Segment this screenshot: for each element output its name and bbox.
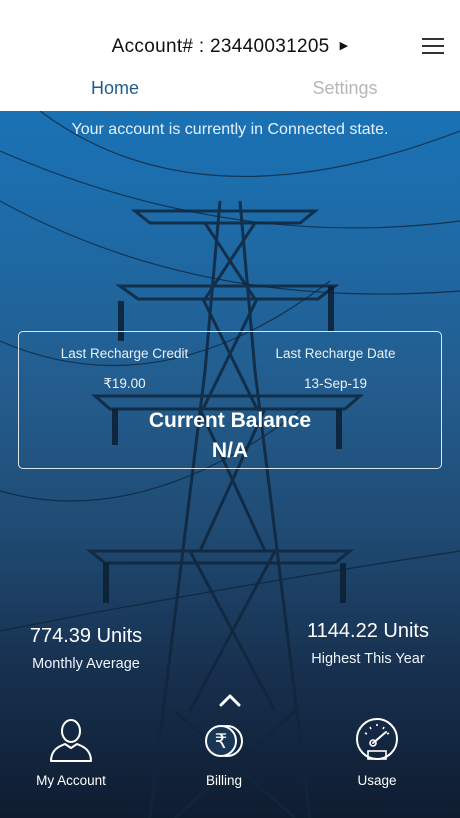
nav-my-account[interactable]: My Account: [11, 717, 131, 788]
monthly-average-stat: 774.39 Units Monthly Average: [14, 625, 158, 672]
monthly-average-value: 774.39 Units: [29, 625, 143, 647]
last-recharge-date-value: 13-Sep-19: [303, 376, 368, 391]
account-selector[interactable]: Account# : 23440031205 ▶: [0, 36, 460, 58]
nav-my-account-label: My Account: [36, 773, 106, 788]
home-hero: Your account is currently in Connected s…: [0, 111, 460, 818]
current-balance-label: Current Balance: [148, 409, 312, 432]
highest-this-year-label: Highest This Year: [311, 651, 425, 667]
recharge-balance-card: Last Recharge Credit Last Recharge Date …: [18, 331, 442, 469]
account-number-label: Account# : 23440031205: [111, 36, 330, 57]
user-icon: [50, 719, 92, 762]
nav-usage[interactable]: Usage: [317, 717, 437, 788]
tab-home[interactable]: Home: [0, 78, 230, 99]
highest-this-year-value: 1144.22 Units: [307, 620, 429, 642]
chevron-up-icon[interactable]: [219, 693, 241, 707]
rupee-coins-icon: ₹: [205, 725, 243, 757]
connection-status-message: Your account is currently in Connected s…: [71, 121, 389, 138]
last-recharge-date-label: Last Recharge Date: [275, 346, 396, 361]
last-recharge-credit-label: Last Recharge Credit: [60, 346, 189, 361]
last-recharge-credit-value: ₹19.00: [103, 376, 146, 391]
nav-usage-label: Usage: [357, 773, 397, 788]
nav-billing-label: Billing: [205, 773, 243, 788]
monthly-average-label: Monthly Average: [32, 656, 140, 672]
current-balance-value: N/A: [211, 439, 249, 462]
tab-settings[interactable]: Settings: [230, 78, 460, 99]
nav-billing[interactable]: ₹ Billing: [164, 717, 284, 788]
hamburger-menu-icon[interactable]: [422, 38, 444, 56]
app-header: Account# : 23440031205 ▶ Home Settings: [0, 0, 460, 111]
speedometer-icon: [356, 718, 398, 760]
highest-this-year-stat: 1144.22 Units Highest This Year: [292, 620, 444, 667]
caret-right-icon: ▶: [339, 40, 349, 52]
tab-bar: Home Settings: [0, 78, 460, 108]
svg-text:₹: ₹: [215, 729, 228, 753]
